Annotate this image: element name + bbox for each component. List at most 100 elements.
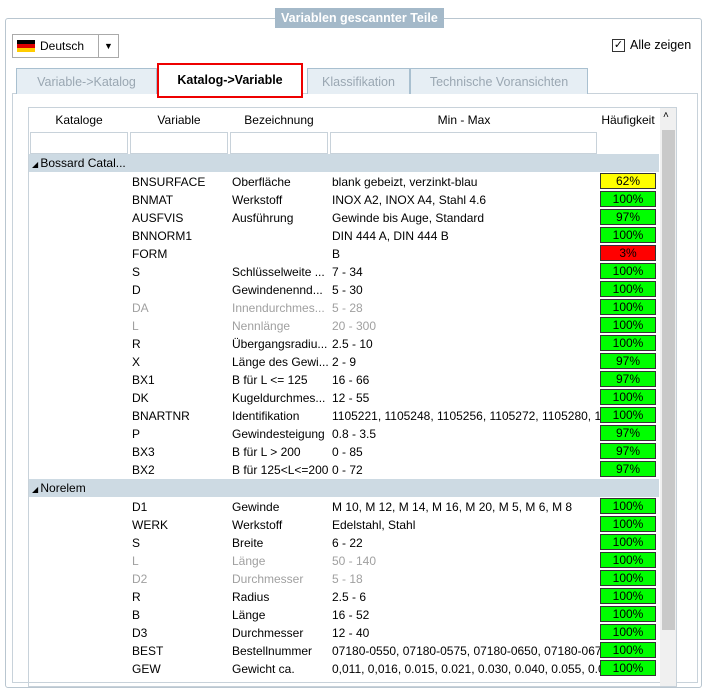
variable-cell: S [132,265,141,279]
table-row[interactable]: BNARTNR Identifikation 1105221, 1105248, 1… [29,407,659,425]
table-row[interactable]: D2 Durchmesser 5 - 18 100% [29,570,659,588]
table-row[interactable]: FORM B 3% [29,245,659,263]
show-all-checkbox[interactable]: ✓ Alle zeigen [612,38,691,52]
frequency-bar: 100% [600,642,656,658]
min-max-cell: Edelstahl, Stahl [332,518,416,532]
variables-table: Kataloge Variable Bezeichnung Min - Max … [28,107,677,687]
bezeichnung-cell: Gewindenennd... [232,283,323,297]
variable-cell: BX1 [132,373,155,387]
table-row[interactable]: D1 Gewinde M 10, M 12, M 14, M 16, M 20, M… [29,498,659,516]
table-row[interactable]: L Länge 50 - 140 100% [29,552,659,570]
min-max-cell: 5 - 30 [332,283,363,297]
bezeichnung-cell: Gewicht ca. [232,662,295,676]
bezeichnung-cell: Oberfläche [232,175,291,189]
bezeichnung-cell: B für L > 200 [232,445,301,459]
table-row[interactable]: R Übergangsradiu... 2.5 - 10 100% [29,335,659,353]
frequency-bar: 100% [600,660,656,676]
variable-cell: WERK [132,518,168,532]
table-row[interactable]: R Radius 2.5 - 6 100% [29,588,659,606]
min-max-cell: DIN 444 A, DIN 444 B [332,229,449,243]
column-header-haeufigkeit[interactable]: Häufigkeit [597,113,659,127]
table-row[interactable]: S Breite 6 - 22 100% [29,534,659,552]
filter-variable-input[interactable] [130,132,228,154]
column-header-variable[interactable]: Variable [129,113,229,127]
table-row[interactable]: AUSFVIS Ausführung Gewinde bis Auge, Stand… [29,209,659,227]
filter-min-max-input[interactable] [330,132,597,154]
bezeichnung-cell: Durchmesser [232,572,304,586]
frequency-bar: 100% [600,588,656,604]
bezeichnung-cell: Innendurchmes... [232,301,325,315]
min-max-cell: 16 - 66 [332,373,370,387]
column-header-min-max[interactable]: Min - Max [329,113,599,127]
variable-cell: S [132,536,141,550]
table-row[interactable]: X Länge des Gewi... 2 - 9 97% [29,353,659,371]
filter-kataloge-input[interactable] [30,132,128,154]
frequency-bar: 97% [600,461,656,477]
min-max-cell: 0.8 - 3.5 [332,427,377,441]
min-max-cell: 5 - 28 [332,301,363,315]
min-max-cell: B [332,247,341,261]
variable-cell: GEW [132,662,161,676]
min-max-cell: 2 - 9 [332,355,357,369]
group-title: Variablen gescannter Teile [275,8,444,28]
frequency-bar: 97% [600,443,656,459]
table-row[interactable]: D3 Durchmesser 12 - 40 100% [29,624,659,642]
table-row[interactable]: BNMAT Werkstoff INOX A2, INOX A4, Stahl 4.… [29,191,659,209]
variable-cell: DK [132,391,149,405]
variable-cell: P [132,427,141,441]
min-max-cell: 1105221, 1105248, 1105256, 1105272, 1105… [332,409,617,423]
frequency-bar: 100% [600,624,656,640]
catalog-name: Norelem [40,481,86,495]
variable-cell: BEST [132,644,164,658]
variable-cell: BX2 [132,463,155,477]
min-max-cell: 16 - 52 [332,608,370,622]
language-dropdown[interactable]: Deutsch ▼ [12,34,119,58]
tab-technische-voransichten[interactable]: Technische Voransichten [410,68,588,94]
column-header-bezeichnung[interactable]: Bezeichnung [229,113,329,127]
variable-cell: L [132,319,139,333]
catalog-group-row[interactable]: ◢ Bossard Catal... [29,154,659,172]
table-row[interactable]: DA Innendurchmes... 5 - 28 100% [29,299,659,317]
tab-klassifikation[interactable]: Klassifikation [307,68,410,94]
bezeichnung-cell: Kugeldurchmes... [232,391,326,405]
table-row[interactable]: BNNORM1 DIN 444 A, DIN 444 B 100% [29,227,659,245]
column-header-kataloge[interactable]: Kataloge [29,113,129,127]
variable-cell: D3 [132,626,148,640]
chevron-down-icon[interactable]: ▼ [98,35,118,57]
table-row[interactable]: L Nennlänge 20 - 300 100% [29,317,659,335]
bezeichnung-cell: Länge [232,608,266,622]
tab-variable-katalog[interactable]: Variable->Katalog [16,68,157,94]
frequency-bar: 97% [600,209,656,225]
filter-bezeichnung-input[interactable] [230,132,328,154]
variable-cell: BNARTNR [132,409,190,423]
frequency-bar: 100% [600,191,656,207]
table-row[interactable]: D Gewindenennd... 5 - 30 100% [29,281,659,299]
bezeichnung-cell: Länge [232,554,266,568]
bezeichnung-cell: Durchmesser [232,626,304,640]
catalog-group-row[interactable]: ◢ Norelem [29,479,659,497]
table-row[interactable]: B Länge 16 - 52 100% [29,606,659,624]
checkbox-checked-icon[interactable]: ✓ [612,38,625,52]
variable-cell: L [132,554,139,568]
bezeichnung-cell: Werkstoff [232,518,283,532]
variable-cell: X [132,355,141,369]
table-row[interactable]: S Schlüsselweite ... 7 - 34 100% [29,263,659,281]
bezeichnung-cell: Breite [232,536,264,550]
table-row[interactable]: GEW Gewicht ca. 0,011, 0,016, 0.015, 0.021… [29,660,659,678]
table-row[interactable]: P Gewindesteigung 0.8 - 3.5 97% [29,425,659,443]
tab-katalog-variable[interactable]: Katalog->Variable [157,63,303,98]
show-all-label: Alle zeigen [630,38,692,52]
table-row[interactable]: BEST Bestellnummer 07180-0550, 07180-0575,… [29,642,659,660]
scroll-up-icon[interactable]: ˄ [663,110,669,121]
variable-cell: DA [132,301,149,315]
table-row[interactable]: BNSURFACE Oberfläche blank gebeizt, verzin… [29,173,659,191]
table-row[interactable]: BX1 B für L <= 125 16 - 66 97% [29,371,659,389]
table-row[interactable]: BX2 B für 125<L<=200 0 - 72 97% [29,461,659,479]
variable-cell: FORM [132,247,168,261]
frequency-bar: 100% [600,606,656,622]
scrollbar-thumb[interactable] [662,130,675,630]
variable-cell: R [132,590,141,604]
table-row[interactable]: WERK Werkstoff Edelstahl, Stahl 100% [29,516,659,534]
table-row[interactable]: DK Kugeldurchmes... 12 - 55 100% [29,389,659,407]
table-row[interactable]: BX3 B für L > 200 0 - 85 97% [29,443,659,461]
